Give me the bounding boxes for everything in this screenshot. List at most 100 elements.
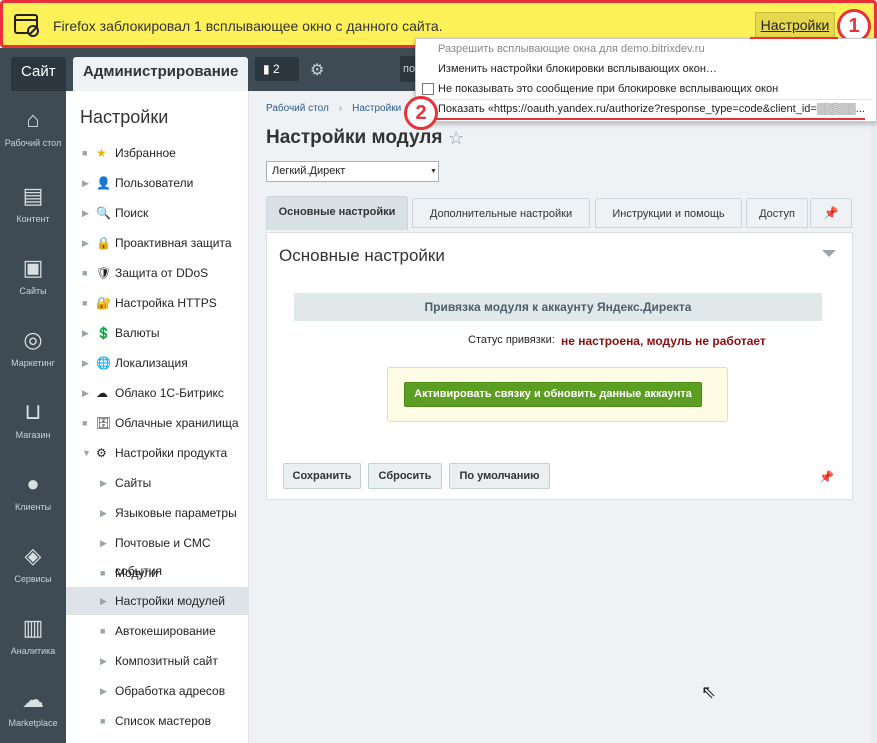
section-heading: Привязка модуля к аккаунту Яндекс.Директ…: [294, 293, 822, 321]
menu-item-currencies[interactable]: ▶ 💲 Валюты: [66, 319, 248, 347]
reset-button[interactable]: Сбросить: [368, 463, 442, 489]
highlight-underline: [750, 37, 838, 39]
popup-blocked-icon: [14, 14, 39, 37]
chevron-down-icon: ▼: [430, 168, 437, 175]
tab-site[interactable]: Сайт: [11, 57, 66, 91]
bullet-icon: ■: [100, 716, 106, 726]
settings-panel: Основные настройки Привязка модуля к акк…: [266, 232, 853, 500]
cloud-icon: ☁: [96, 386, 108, 400]
notification-message: Firefox заблокировал 1 всплывающее окно …: [53, 18, 443, 34]
storage-icon: 🗄: [96, 416, 112, 430]
sidebar-item-marketing[interactable]: ◎ Маркетинг: [0, 327, 66, 368]
menu-item-search[interactable]: ▶ 🔍 Поиск: [66, 199, 248, 227]
expand-arrow-icon: ▶: [100, 686, 107, 696]
menu-item-bitrix-cloud[interactable]: ▶ ☁ Облако 1С-Битрикс: [66, 379, 248, 407]
sidebar-item-label: Клиенты: [14, 502, 52, 512]
activate-box: Активировать связку и обновить данные ак…: [387, 367, 728, 422]
module-select-value: Легкий.Директ: [272, 165, 346, 177]
breadcrumb-link-desktop[interactable]: Рабочий стол: [266, 103, 329, 114]
breadcrumb-link-settings[interactable]: Настройки: [352, 103, 401, 114]
collapse-triangle-icon[interactable]: [822, 250, 836, 257]
scrollbar[interactable]: [871, 91, 877, 743]
notification-icon: ▮: [263, 62, 270, 76]
expand-arrow-icon: ▶: [82, 238, 89, 248]
expand-arrow-icon: ▶: [100, 508, 107, 518]
tab-main-settings[interactable]: Основные настройки: [266, 196, 408, 230]
menu-item-url-processing[interactable]: ▶ Обработка адресов: [66, 677, 248, 705]
panel-title: Основные настройки: [279, 246, 445, 265]
notification-count: 2: [272, 62, 280, 76]
notification-settings-button[interactable]: Настройки: [755, 12, 835, 38]
bullet-icon: ■: [82, 148, 88, 158]
expand-arrow-icon: ▶: [82, 388, 89, 398]
tab-access[interactable]: Доступ: [746, 198, 808, 228]
secure-lock-icon: 🔐: [96, 296, 111, 310]
menu-item-show-popup[interactable]: Показать «https://oauth.yandex.ru/author…: [438, 103, 865, 115]
default-button[interactable]: По умолчанию: [449, 463, 550, 489]
breadcrumb-separator: ›: [338, 103, 343, 114]
step-badge-2: 2: [404, 96, 438, 130]
popup-blocker-menu: Разрешить всплывающие окна для demo.bitr…: [415, 38, 877, 122]
menu-item-wizards[interactable]: ■ Список мастеров: [66, 707, 248, 735]
tab-administration[interactable]: Администрирование: [73, 57, 249, 91]
pin-icon[interactable]: 📌: [819, 470, 834, 484]
menu-item-modules[interactable]: ■ Модули: [66, 559, 248, 587]
gear-icon: ⚙: [96, 446, 107, 460]
expand-arrow-icon: ▶: [82, 328, 89, 338]
menu-item-proactive[interactable]: ▶ 🔒 Проактивная защита: [66, 229, 248, 257]
bar-chart-icon: ▥: [22, 615, 44, 640]
menu-item-change-settings[interactable]: Изменить настройки блокировки всплывающи…: [438, 63, 717, 75]
tab-additional-settings[interactable]: Дополнительные настройки: [412, 198, 590, 228]
menu-item-language-params[interactable]: ▶ Языковые параметры: [66, 499, 248, 527]
menu-item-https[interactable]: ■ 🔐 Настройка HTTPS: [66, 289, 248, 317]
module-select[interactable]: Легкий.Директ ▼: [266, 161, 439, 182]
menu-item-sites[interactable]: ▶ Сайты: [66, 469, 248, 497]
pin-icon[interactable]: 📌: [810, 198, 852, 228]
menu-item-dont-show[interactable]: Не показывать это сообщение при блокиров…: [438, 83, 778, 95]
bullet-icon: ■: [82, 268, 88, 278]
menu-item-allow-popups[interactable]: Разрешить всплывающие окна для demo.bitr…: [438, 43, 705, 55]
activate-button[interactable]: Активировать связку и обновить данные ак…: [404, 382, 702, 407]
expand-arrow-icon: ▶: [100, 538, 107, 548]
menu-item-cloud-storage[interactable]: ■ 🗄 Облачные хранилища: [66, 409, 248, 437]
menu-item-module-settings[interactable]: ▶ Настройки модулей: [66, 587, 248, 615]
bullet-icon: ■: [100, 626, 106, 636]
menu-item-autocache[interactable]: ■ Автокеширование: [66, 617, 248, 645]
currency-icon: 💲: [96, 326, 111, 340]
user-icon: 👤: [96, 176, 111, 190]
menu-item-product-settings[interactable]: ▼ ⚙ Настройки продукта: [66, 439, 248, 467]
menu-item-composite[interactable]: ▶ Композитный сайт: [66, 647, 248, 675]
expand-arrow-icon: ▶: [100, 478, 107, 488]
tab-instructions[interactable]: Инструкции и помощь: [595, 198, 742, 228]
menu-item-localization[interactable]: ▶ 🌐 Локализация: [66, 349, 248, 377]
menu-item-favorites[interactable]: ■ ★ Избранное: [66, 139, 248, 167]
menu-item-ddos[interactable]: ■ 🛡 Защита от DDoS: [66, 259, 248, 287]
sidebar-item-services[interactable]: ◈ Сервисы: [0, 543, 66, 584]
settings-menu: Настройки ■ ★ Избранное ▶ 👤 Пользователи ▶ 🔍 П…: [66, 91, 249, 743]
sidebar-item-sites[interactable]: ▣ Сайты: [0, 255, 66, 296]
document-icon: ▤: [22, 183, 44, 208]
sidebar-item-analytics[interactable]: ▥ Аналитика: [0, 615, 66, 656]
sidebar-item-label: Аналитика: [10, 646, 56, 656]
sidebar-item-shop[interactable]: ⊔ Магазин: [0, 399, 66, 440]
status-label: Статус привязки:: [468, 334, 555, 346]
favorite-star-icon[interactable]: ☆: [448, 128, 464, 149]
sidebar-item-marketplace[interactable]: ☁ Marketplace: [0, 687, 66, 728]
menu-item-mail-sms-events[interactable]: ▶ Почтовые и СМС события: [66, 529, 248, 578]
notifications-button[interactable]: ▮ 2: [255, 57, 299, 81]
dont-show-checkbox[interactable]: [422, 83, 434, 95]
menu-item-users[interactable]: ▶ 👤 Пользователи: [66, 169, 248, 197]
mouse-cursor-icon: ⇖: [701, 682, 717, 702]
home-icon: ⌂: [26, 107, 40, 132]
clients-24-icon: ●: [26, 471, 40, 496]
save-button[interactable]: Сохранить: [283, 463, 361, 489]
breadcrumb: Рабочий стол › Настройки: [266, 103, 401, 114]
sidebar-item-label: Marketplace: [8, 718, 58, 728]
page-title: Настройки модуля: [266, 127, 443, 148]
gear-icon[interactable]: ⚙: [310, 60, 324, 80]
sidebar-item-label: Сайты: [19, 286, 47, 296]
expand-arrow-icon: ▶: [100, 596, 107, 606]
sidebar-item-desktop[interactable]: ⌂ Рабочий стол: [0, 107, 66, 148]
sidebar-item-content[interactable]: ▤ Контент: [0, 183, 66, 224]
sidebar-item-clients[interactable]: ● Клиенты: [0, 471, 66, 512]
